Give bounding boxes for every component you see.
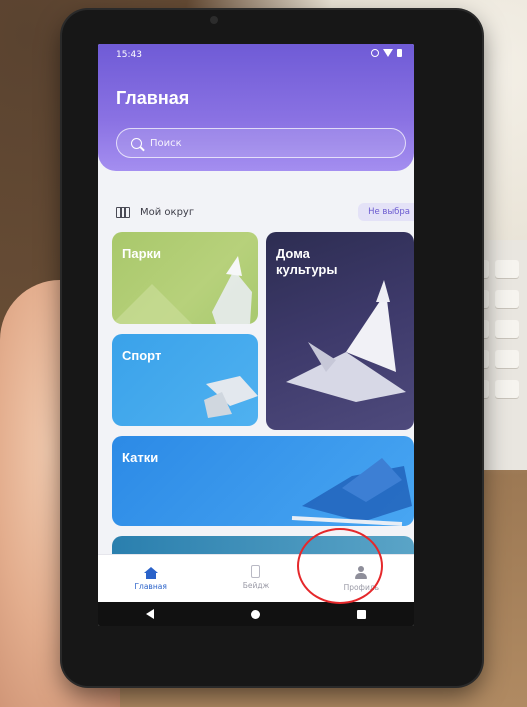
status-time: 15:43 [116, 50, 142, 60]
district-selector[interactable]: Мой округ Не выбра [116, 200, 414, 224]
wifi-icon [383, 49, 393, 57]
nav-home-label: Главная [134, 581, 167, 591]
status-icons [371, 49, 402, 57]
system-home-icon[interactable] [250, 609, 260, 619]
camera [210, 16, 218, 24]
card-culture-houses-label: Дома культуры [276, 246, 338, 277]
page-title: Главная [116, 88, 190, 108]
header: 15:43 Главная Поиск [98, 44, 414, 171]
card-rinks[interactable]: Катки [112, 436, 414, 526]
home-icon [143, 566, 158, 579]
search-placeholder: Поиск [150, 137, 182, 149]
search-icon [131, 137, 142, 149]
map-icon [116, 206, 130, 218]
back-icon[interactable] [146, 609, 155, 619]
search-input[interactable]: Поиск [116, 128, 406, 158]
district-badge[interactable]: Не выбра [358, 203, 414, 221]
nav-home[interactable]: Главная [116, 566, 186, 591]
card-parks-label: Парки [122, 246, 162, 261]
highlight-circle [297, 528, 383, 604]
tablet-device: 15:43 Главная Поиск Мой округ Не выбра П… [62, 10, 482, 686]
nav-badge[interactable]: Бейдж [221, 565, 291, 590]
status-bar: 15:43 [98, 44, 414, 66]
district-label: Мой округ [140, 206, 195, 218]
card-parks[interactable]: Парки [112, 232, 258, 324]
card-rinks-label: Катки [122, 450, 159, 465]
recent-apps-icon[interactable] [356, 609, 366, 619]
badge-icon [251, 565, 261, 578]
system-navigation-bar [98, 602, 414, 626]
battery-icon [397, 49, 402, 57]
sync-icon [371, 49, 379, 57]
card-sport[interactable]: Спорт [112, 334, 258, 426]
card-culture-houses[interactable]: Дома культуры [266, 232, 414, 430]
card-sport-label: Спорт [122, 348, 162, 363]
nav-badge-label: Бейдж [242, 581, 270, 590]
